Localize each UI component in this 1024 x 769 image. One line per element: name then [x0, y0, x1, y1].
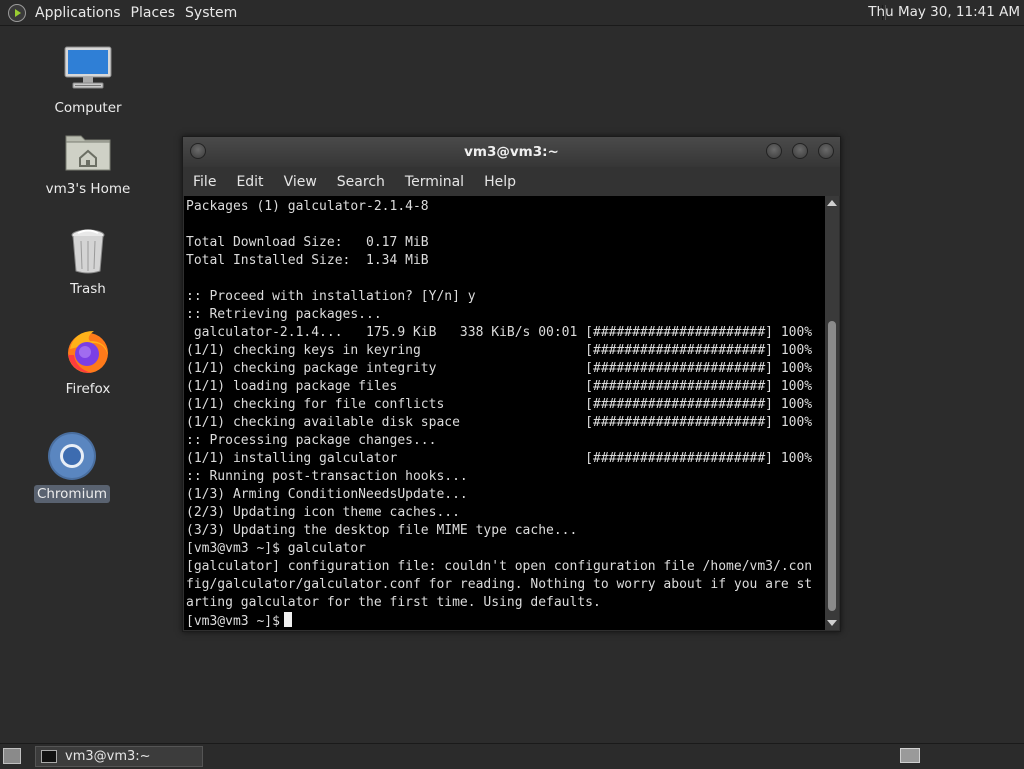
- taskbar-item-label: vm3@vm3:~: [65, 749, 151, 764]
- terminal-line: (2/3) Updating icon theme caches...: [186, 505, 460, 520]
- terminal-line: (1/1) checking package integrity [######…: [186, 361, 813, 376]
- show-desktop-icon[interactable]: [3, 748, 21, 764]
- terminal-line: arting galculator for the first time. Us…: [186, 595, 601, 610]
- terminal-line: (1/3) Arming ConditionNeedsUpdate...: [186, 487, 468, 502]
- terminal-line: (1/1) checking keys in keyring [########…: [186, 343, 813, 358]
- terminal-line: (1/1) installing galculator [###########…: [186, 451, 813, 466]
- terminal-line: (1/1) checking for file conflicts [#####…: [186, 397, 813, 412]
- desktop-icon-label: Trash: [70, 281, 106, 297]
- desktop-icon-firefox[interactable]: Firefox: [33, 326, 143, 398]
- menu-view[interactable]: View: [274, 174, 327, 190]
- terminal-window[interactable]: vm3@vm3:~ File Edit View Search Terminal…: [182, 136, 841, 632]
- terminal-scrollbar[interactable]: [825, 196, 839, 630]
- terminal-line: (3/3) Updating the desktop file MIME typ…: [186, 523, 578, 538]
- terminal-line: :: Proceed with installation? [Y/n] y: [186, 289, 476, 304]
- scrollbar-thumb[interactable]: [828, 321, 836, 611]
- menu-file[interactable]: File: [183, 174, 226, 190]
- terminal-line: Total Download Size: 0.17 MiB: [186, 235, 429, 250]
- desktop-icon-label: Computer: [54, 100, 122, 116]
- terminal-line: [galculator] configuration file: couldn'…: [186, 559, 813, 574]
- desktop-icon-trash[interactable]: Trash: [33, 226, 143, 298]
- terminal-line: Total Installed Size: 1.34 MiB: [186, 253, 429, 268]
- places-menu[interactable]: Places: [126, 5, 181, 21]
- top-panel: Applications Places System Thu May 30, 1…: [0, 0, 1024, 26]
- terminal-output-area[interactable]: Packages (1) galculator-2.1.4-8 Total Do…: [184, 196, 825, 630]
- terminal-line: :: Retrieving packages...: [186, 307, 382, 322]
- terminal-line: [vm3@vm3 ~]$ galculator: [186, 541, 367, 556]
- terminal-line: galculator-2.1.4... 175.9 KiB 338 KiB/s …: [186, 325, 813, 340]
- desktop-icon-computer[interactable]: Computer: [33, 45, 143, 117]
- scroll-down-arrow-icon[interactable]: [827, 620, 837, 626]
- scroll-up-arrow-icon[interactable]: [827, 200, 837, 206]
- terminal-cursor: [283, 612, 292, 627]
- terminal-line: (1/1) loading package files [###########…: [186, 379, 813, 394]
- firefox-icon: [63, 326, 113, 376]
- chromium-icon: [47, 431, 97, 481]
- window-title: vm3@vm3:~: [464, 144, 559, 160]
- desktop-icon-home[interactable]: vm3's Home: [33, 126, 143, 198]
- taskbar-item-terminal[interactable]: vm3@vm3:~: [35, 746, 203, 767]
- system-menu[interactable]: System: [180, 5, 242, 21]
- minimize-button[interactable]: [766, 143, 782, 159]
- terminal-line: Packages (1) galculator-2.1.4-8: [186, 199, 429, 214]
- terminal-line: :: Processing package changes...: [186, 433, 437, 448]
- window-titlebar[interactable]: vm3@vm3:~: [183, 137, 840, 167]
- terminal-output: Packages (1) galculator-2.1.4-8 Total Do…: [184, 196, 825, 630]
- maximize-button[interactable]: [792, 143, 808, 159]
- desktop-icon-chromium[interactable]: Chromium: [17, 431, 127, 503]
- terminal-menubar: File Edit View Search Terminal Help: [183, 167, 840, 196]
- terminal-line: fig/galculator/galculator.conf for readi…: [186, 577, 813, 592]
- workspace-switcher[interactable]: [900, 748, 920, 763]
- home-folder-icon: [63, 126, 113, 176]
- bottom-panel: vm3@vm3:~: [0, 743, 1024, 769]
- close-button[interactable]: [818, 143, 834, 159]
- desktop-icon-label: Firefox: [65, 381, 111, 397]
- menu-help[interactable]: Help: [474, 174, 526, 190]
- menu-terminal[interactable]: Terminal: [395, 174, 474, 190]
- terminal-line: (1/1) checking available disk space [###…: [186, 415, 813, 430]
- menu-edit[interactable]: Edit: [226, 174, 273, 190]
- menu-search[interactable]: Search: [327, 174, 395, 190]
- desktop-icon-label: vm3's Home: [45, 181, 131, 197]
- trash-icon: [63, 226, 113, 276]
- applications-menu[interactable]: Applications: [30, 5, 126, 21]
- terminal-prompt: [vm3@vm3 ~]$: [186, 614, 280, 629]
- terminal-line: :: Running post-transaction hooks...: [186, 469, 468, 484]
- terminal-icon: [41, 750, 57, 763]
- clock[interactable]: Thu May 30, 11:41 AM: [868, 4, 1020, 20]
- desktop-icon-label: Chromium: [33, 485, 111, 503]
- computer-icon: [63, 45, 113, 95]
- distro-logo-icon[interactable]: [8, 3, 26, 22]
